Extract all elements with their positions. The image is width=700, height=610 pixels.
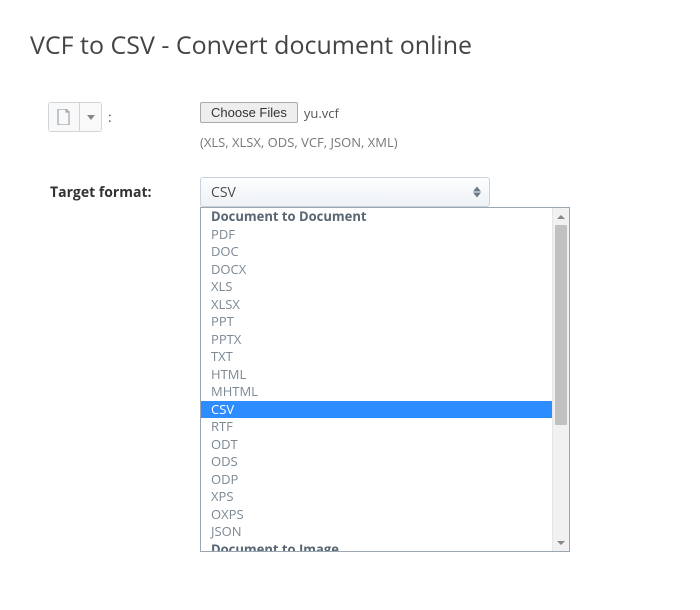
dropdown-option[interactable]: XLS xyxy=(201,278,552,296)
dropdown-option[interactable]: MHTML xyxy=(201,383,552,401)
dropdown-option[interactable]: DOC xyxy=(201,243,552,261)
dropdown-option[interactable]: JSON xyxy=(201,523,552,541)
file-source-button[interactable] xyxy=(49,103,79,131)
supported-formats-hint: (XLS, XLSX, ODS, VCF, JSON, XML) xyxy=(200,133,670,151)
file-icon xyxy=(57,109,71,125)
page-title: VCF to CSV - Convert document online xyxy=(30,28,670,62)
dropdown-option[interactable]: DOCX xyxy=(201,261,552,279)
dropdown-option[interactable]: PPTX xyxy=(201,331,552,349)
dropdown-scrollbar[interactable] xyxy=(552,208,569,551)
source-button-group xyxy=(48,102,102,132)
triangle-up-icon xyxy=(557,215,565,219)
scrollbar-down-button[interactable] xyxy=(553,534,569,551)
dropdown-list[interactable]: Document to DocumentPDFDOCDOCXXLSXLSXPPT… xyxy=(201,208,552,551)
scrollbar-thumb[interactable] xyxy=(555,225,567,425)
chevron-down-icon xyxy=(87,115,95,120)
dropdown-option[interactable]: XPS xyxy=(201,488,552,506)
target-format-label: Target format: xyxy=(30,183,152,202)
dropdown-group-header: Document to Document xyxy=(201,208,552,226)
dropdown-option[interactable]: PPT xyxy=(201,313,552,331)
dropdown-group-header: Document to Image xyxy=(201,541,552,552)
dropdown-option[interactable]: TXT xyxy=(201,348,552,366)
dropdown-option[interactable]: ODP xyxy=(201,471,552,489)
dropdown-option[interactable]: HTML xyxy=(201,366,552,384)
target-format-select[interactable]: CSV xyxy=(200,177,490,207)
select-arrows-icon xyxy=(473,187,481,198)
selected-filename: yu.vcf xyxy=(304,104,339,122)
triangle-down-icon xyxy=(557,541,565,545)
dropdown-option[interactable]: XLSX xyxy=(201,296,552,314)
separator-colon: : xyxy=(108,108,112,127)
target-format-value: CSV xyxy=(211,183,236,202)
dropdown-option[interactable]: PDF xyxy=(201,226,552,244)
dropdown-option[interactable]: ODS xyxy=(201,453,552,471)
dropdown-option[interactable]: CSV xyxy=(201,401,552,419)
choose-files-button[interactable]: Choose Files xyxy=(200,102,298,123)
dropdown-option[interactable]: ODT xyxy=(201,436,552,454)
target-format-dropdown: Document to DocumentPDFDOCDOCXXLSXLSXPPT… xyxy=(200,207,570,552)
scrollbar-up-button[interactable] xyxy=(553,208,569,225)
dropdown-option[interactable]: OXPS xyxy=(201,506,552,524)
source-dropdown-button[interactable] xyxy=(79,103,101,131)
dropdown-option[interactable]: RTF xyxy=(201,418,552,436)
